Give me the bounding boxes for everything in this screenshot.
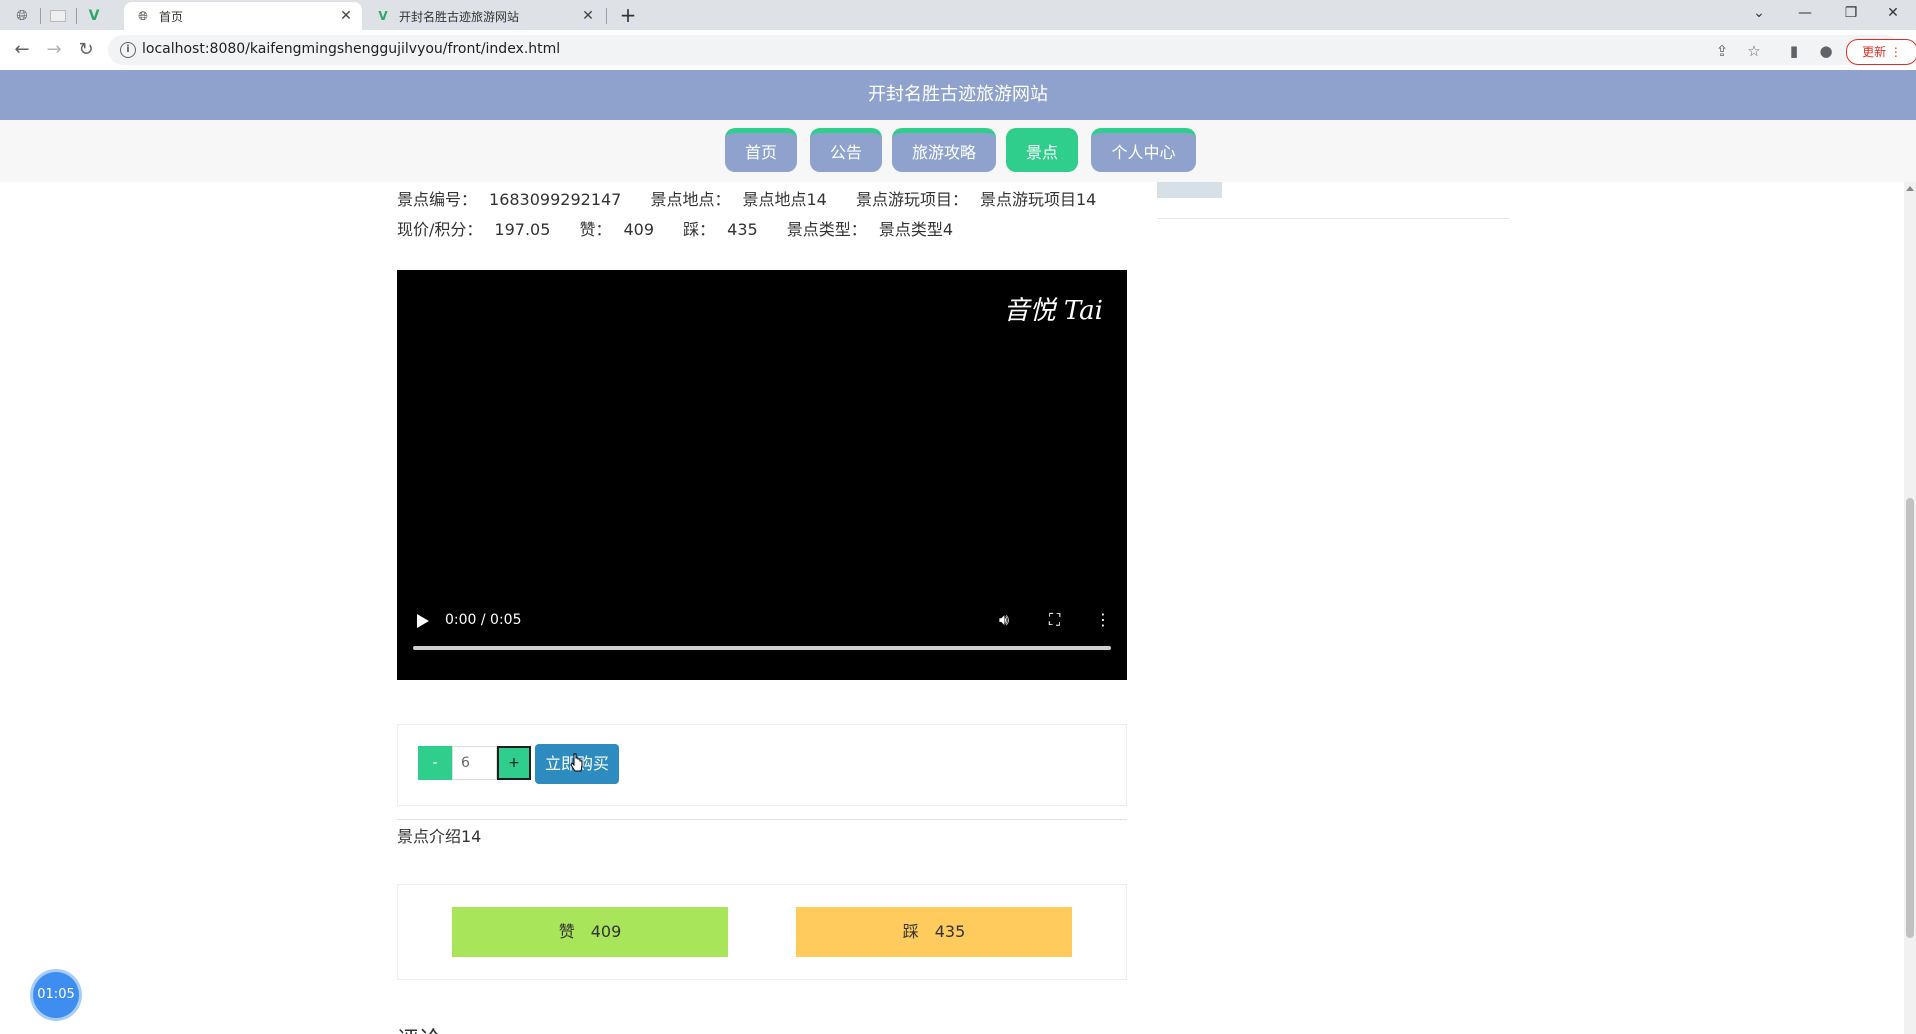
reload-icon[interactable]: ↻ <box>74 38 98 62</box>
address-bar: ← → ↻ i localhost:8080/kaifengmingshengg… <box>0 30 1916 71</box>
side-panel-icon[interactable]: ▮ <box>1784 41 1804 61</box>
attraction-id: 1683099292147 <box>489 190 622 209</box>
minimize-button[interactable]: — <box>1782 0 1828 28</box>
vue-icon: V <box>378 9 388 23</box>
attraction-likes: 409 <box>623 220 655 239</box>
info-field: 景点类型： 景点类型4 <box>787 220 965 239</box>
info-label: 景点地点： <box>650 190 731 209</box>
info-label: 景点游玩项目： <box>855 190 968 209</box>
attraction-intro: 景点介绍14 <box>397 827 482 846</box>
volume-icon[interactable]: 🔊︎ <box>999 610 1009 630</box>
attraction-info-line-1: 景点编号： 1683099292147 景点地点： 景点地点14 景点游玩项目： 景点… <box>397 186 1120 210</box>
timer-badge[interactable]: 01:05 <box>33 972 79 1018</box>
dislike-count: 435 <box>934 922 966 941</box>
nav-home[interactable]: 首页 <box>725 128 797 172</box>
tab-title: 开封名胜古迹旅游网站 <box>399 9 520 24</box>
like-count: 409 <box>590 922 622 941</box>
pinned-tab-globe-icon[interactable]: 🌐︎ <box>8 4 36 28</box>
tab-home[interactable]: 🌐︎ 首页 ✕ <box>124 2 362 30</box>
scrollbar-thumb[interactable] <box>1906 498 1914 938</box>
info-field: 赞： 409 <box>579 220 666 239</box>
sidebar-thumbnail[interactable] <box>1157 182 1222 198</box>
video-progress-bar[interactable] <box>413 646 1111 650</box>
dislike-label: 踩 <box>902 922 919 941</box>
info-field: 现价/积分： 197.05 <box>397 220 562 239</box>
omnibox[interactable]: i localhost:8080/kaifengmingshenggujilvy… <box>108 35 1916 65</box>
attraction-location: 景点地点14 <box>742 190 827 209</box>
new-tab-button[interactable]: + <box>616 4 640 28</box>
globe-icon: 🌐︎ <box>138 8 148 23</box>
url-text[interactable]: localhost:8080/kaifengmingshenggujilvyou… <box>142 41 560 57</box>
dislike-button[interactable]: 踩 435 <box>796 907 1072 957</box>
info-label: 赞： <box>579 220 612 239</box>
section-divider <box>397 819 1127 820</box>
page-scrollbar[interactable] <box>1904 182 1916 1034</box>
info-field: 景点编号： 1683099292147 <box>397 190 633 209</box>
tab-separator <box>76 8 77 24</box>
profile-avatar-icon[interactable]: ● <box>1816 41 1836 61</box>
fullscreen-icon[interactable]: ⛶ <box>1049 610 1060 630</box>
info-label: 现价/积分： <box>397 220 483 239</box>
site-info-icon[interactable]: i <box>120 42 136 58</box>
like-label: 赞 <box>558 922 575 941</box>
pinned-tab-vue-icon[interactable]: V <box>80 4 108 28</box>
update-label: 更新 <box>1862 45 1887 59</box>
share-icon[interactable]: ⇪ <box>1712 41 1732 61</box>
tab-separator <box>606 8 607 24</box>
back-arrow-icon[interactable]: ← <box>10 38 34 62</box>
purchase-panel: - + 立即购买 <box>397 724 1127 806</box>
mouse-cursor-icon <box>570 753 583 772</box>
quantity-increase-button[interactable]: + <box>497 746 531 780</box>
scroll-up-arrow-icon[interactable] <box>1906 186 1914 191</box>
attraction-detail: 景点编号： 1683099292147 景点地点： 景点地点14 景点游玩项目： 景点… <box>0 182 1916 1034</box>
nav-notices[interactable]: 公告 <box>810 128 882 172</box>
main-nav: 首页 公告 旅游攻略 景点 个人中心 <box>0 120 1916 182</box>
attraction-dislikes: 435 <box>727 220 758 239</box>
tab-search-icon[interactable]: ⌄ <box>1736 0 1782 28</box>
info-label: 踩： <box>683 220 716 239</box>
attraction-price: 197.05 <box>494 220 551 239</box>
tab-title: 首页 <box>159 9 184 24</box>
nav-travel-guides[interactable]: 旅游攻略 <box>892 128 996 172</box>
nav-personal-center[interactable]: 个人中心 <box>1091 128 1196 172</box>
quantity-decrease-button[interactable]: - <box>418 746 452 780</box>
comments-heading: 评论 <box>397 1022 441 1034</box>
vote-panel: 赞 409 踩 435 <box>397 884 1127 980</box>
attraction-type: 景点类型4 <box>878 220 953 239</box>
video-player[interactable]: 音悦 Tai 0:00 / 0:05 🔊︎ ⛶ ⋮ <box>397 270 1127 680</box>
info-field: 景点游玩项目： 景点游玩项目14 <box>856 190 1108 209</box>
video-time: 0:00 / 0:05 <box>445 612 522 628</box>
attraction-activities: 景点游玩项目14 <box>979 190 1097 209</box>
quantity-input[interactable] <box>452 746 497 780</box>
video-watermark: 音悦 Tai <box>1003 296 1103 326</box>
close-tab-icon[interactable]: ✕ <box>338 8 354 24</box>
info-field: 景点地点： 景点地点14 <box>650 190 838 209</box>
tab-site[interactable]: V 开封名胜古迹旅游网站 ✕ <box>364 2 604 30</box>
like-button[interactable]: 赞 409 <box>452 907 728 957</box>
restore-button[interactable]: ❐ <box>1828 0 1874 28</box>
bookmark-star-icon[interactable]: ☆ <box>1744 41 1764 61</box>
update-button[interactable]: 更新 ⋮ <box>1846 39 1916 65</box>
attraction-info-line-2: 现价/积分： 197.05 赞： 409 踩： 435 景点类型： 景点类型4 <box>397 216 977 240</box>
info-field: 踩： 435 <box>683 220 770 239</box>
forward-arrow-icon[interactable]: → <box>42 38 66 62</box>
play-icon[interactable] <box>417 614 429 628</box>
more-options-icon[interactable]: ⋮ <box>1095 610 1111 629</box>
site-title: 开封名胜古迹旅游网站 <box>0 70 1916 120</box>
close-tab-icon[interactable]: ✕ <box>580 8 596 24</box>
tab-separator <box>40 8 41 24</box>
close-window-button[interactable]: ✕ <box>1870 0 1916 28</box>
pinned-tab-blank-icon[interactable] <box>44 4 72 28</box>
nav-attractions[interactable]: 景点 <box>1006 128 1078 172</box>
info-label: 景点类型： <box>786 220 867 239</box>
sidebar-divider <box>1157 218 1509 219</box>
info-label: 景点编号： <box>397 190 478 209</box>
video-controls: 0:00 / 0:05 🔊︎ ⛶ ⋮ <box>397 600 1127 680</box>
browser-tab-bar: 🌐︎ V 🌐︎ 首页 ✕ V 开封名胜古迹旅游网站 ✕ + ⌄ — ❐ ✕ <box>0 0 1916 30</box>
